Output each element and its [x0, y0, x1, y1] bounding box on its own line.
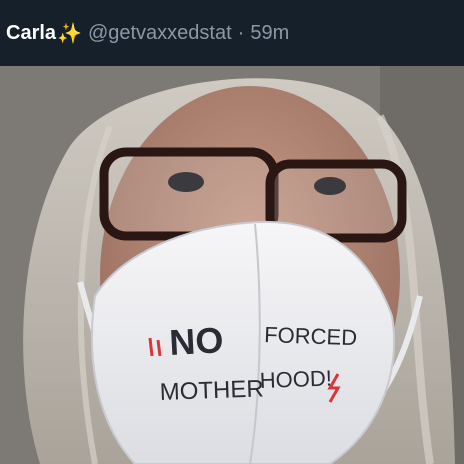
timestamp[interactable]: 59m: [250, 22, 289, 45]
mask-text-hood: HOOD!: [259, 365, 332, 393]
mask-text-forced: FORCED: [264, 322, 358, 350]
photo-illustration: NO FORCED MOTHER HOOD!: [0, 66, 464, 464]
tweet-header: Carla ✨ @getvaxxedstat · 59m: [0, 0, 464, 66]
separator-dot: ·: [237, 21, 245, 44]
sparkles-icon: ✨: [57, 22, 82, 45]
user-handle[interactable]: @getvaxxedstat: [88, 22, 232, 45]
mask-text-no: NO: [168, 319, 224, 363]
mask-text-mother: MOTHER: [159, 375, 264, 406]
tweet-photo[interactable]: NO FORCED MOTHER HOOD!: [0, 66, 464, 464]
display-name[interactable]: Carla: [6, 22, 56, 45]
